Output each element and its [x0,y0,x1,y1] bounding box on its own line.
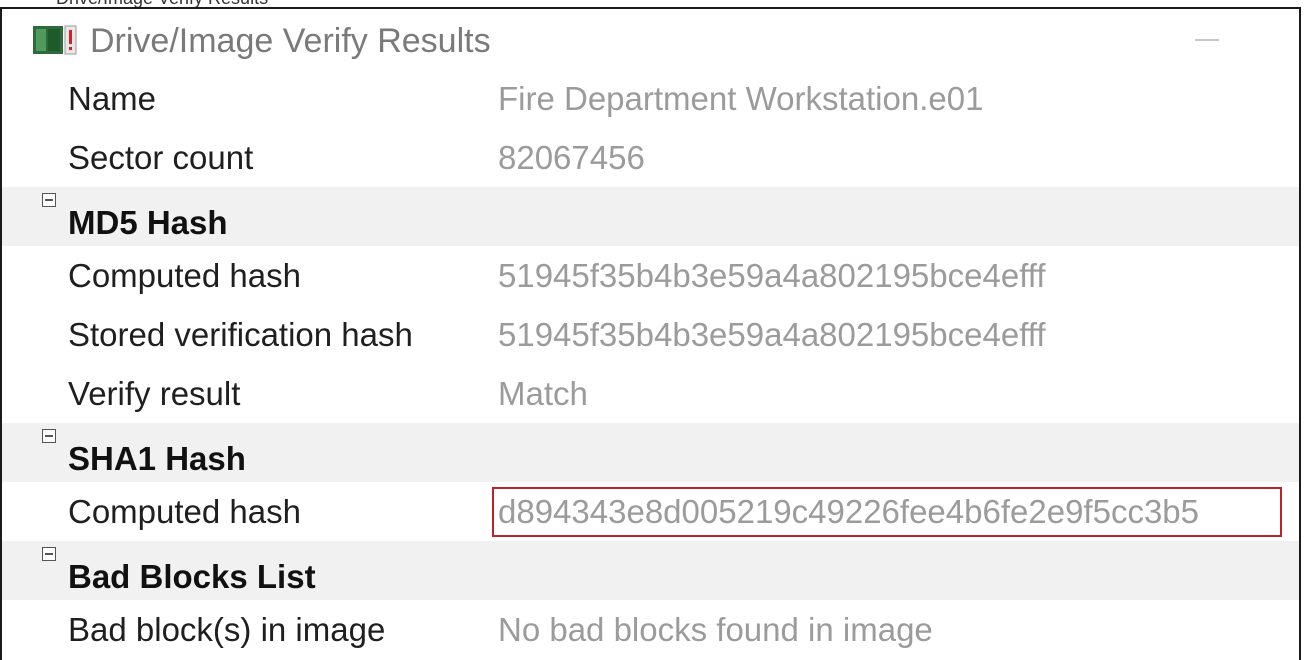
property-value: No bad blocks found in image [498,611,933,648]
category-row-md5-hash[interactable]: MD5 Hash [2,187,1299,246]
collapse-minus-icon[interactable] [42,193,56,207]
property-label: Verify result [68,375,241,412]
minimize-icon[interactable] [1185,23,1229,53]
property-value: d894343e8d005219c49226fee4b6fe2e9f5cc3b5 [498,493,1200,530]
property-value: 51945f35b4b3e59a4a802195bce4efff [498,316,1046,353]
verify-results-window: Drive/Image Verify Results Name Fire Dep… [0,7,1301,660]
category-row-bad-blocks-list[interactable]: Bad Blocks List [2,541,1299,600]
property-label: Computed hash [68,493,301,530]
category-label: SHA1 Hash [68,440,246,477]
collapse-minus-icon[interactable] [42,429,56,443]
property-value: 51945f35b4b3e59a4a802195bce4efff [498,257,1046,294]
property-value: 82067456 [498,139,645,176]
property-value: Fire Department Workstation.e01 [498,80,984,117]
property-grid: Name Fire Department Workstation.e01 Sec… [2,69,1299,659]
property-label: Sector count [68,139,254,176]
property-label: Stored verification hash [68,316,413,353]
collapse-minus-icon[interactable] [42,547,56,561]
property-label: Name [68,80,157,117]
category-row-sha1-hash[interactable]: SHA1 Hash [2,423,1299,482]
property-row-name[interactable]: Name Fire Department Workstation.e01 [2,69,1299,128]
property-row-sector-count[interactable]: Sector count 82067456 [2,128,1299,187]
property-value: Match [498,375,588,412]
property-row-verify-result[interactable]: Verify result Match [2,364,1299,423]
property-label: Computed hash [68,257,301,294]
title-bar: Drive/Image Verify Results [2,9,1299,69]
property-row-md5-computed-hash[interactable]: Computed hash 51945f35b4b3e59a4a802195bc… [2,246,1299,305]
category-label: Bad Blocks List [68,558,316,595]
drive-image-icon [33,25,77,55]
property-row-bad-blocks-in-image[interactable]: Bad block(s) in image No bad blocks foun… [2,600,1299,659]
property-label: Bad block(s) in image [68,611,386,648]
window-title: Drive/Image Verify Results [90,22,491,60]
property-row-stored-verification-hash[interactable]: Stored verification hash 51945f35b4b3e59… [2,305,1299,364]
property-row-sha1-computed-hash[interactable]: Computed hash d894343e8d005219c49226fee4… [2,482,1299,541]
category-label: MD5 Hash [68,204,228,241]
